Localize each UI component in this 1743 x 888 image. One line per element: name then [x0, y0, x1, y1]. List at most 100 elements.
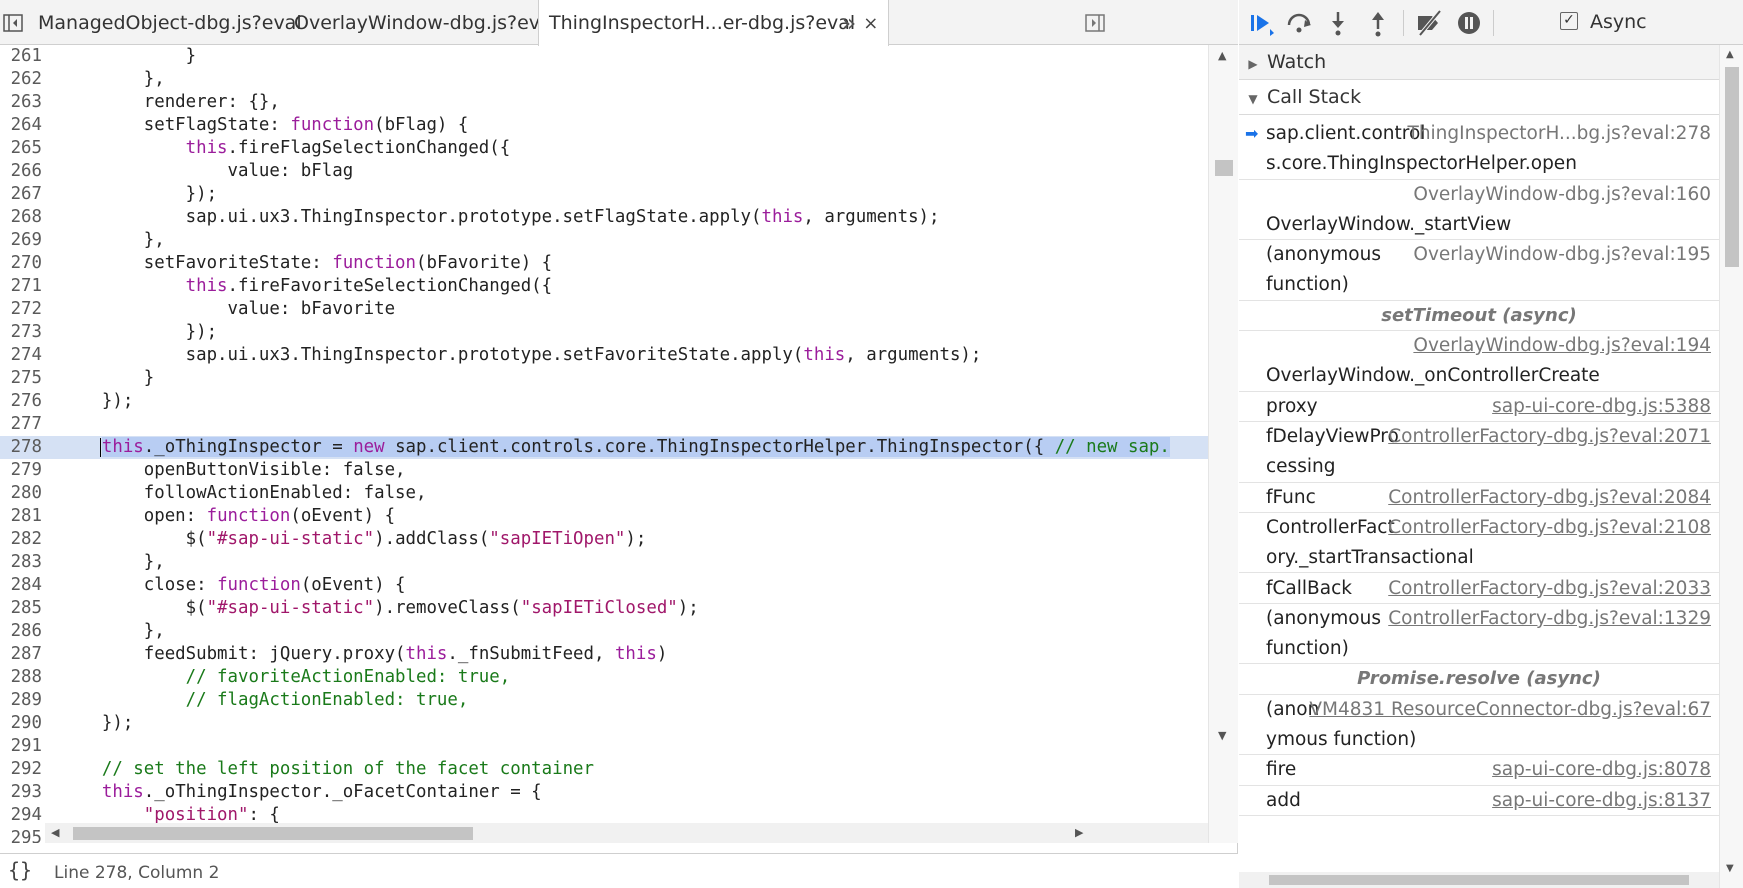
- code-line[interactable]: 263 renderer: {},: [0, 91, 1208, 114]
- line-number[interactable]: 271: [0, 275, 46, 298]
- toggle-navigator-icon[interactable]: [2, 12, 24, 34]
- line-number[interactable]: 272: [0, 298, 46, 321]
- code-line[interactable]: 274 sap.ui.ux3.ThingInspector.prototype.…: [0, 344, 1208, 367]
- line-number[interactable]: 283: [0, 551, 46, 574]
- call-frame[interactable]: fCallBack ControllerFactory-dbg.js?eval:2…: [1239, 574, 1719, 604]
- line-number[interactable]: 292: [0, 758, 46, 781]
- resume-icon[interactable]: [1246, 8, 1276, 38]
- frame-source-link[interactable]: ControllerFactory-dbg.js?eval:2108: [1388, 513, 1711, 543]
- tab-overlaywindow[interactable]: OverlayWindow-dbg.js?eval: [284, 0, 567, 45]
- line-number[interactable]: 285: [0, 597, 46, 620]
- deactivate-breakpoints-icon[interactable]: [1414, 8, 1444, 38]
- editor-horizontal-scrollbar[interactable]: ◀ ▶: [45, 823, 1208, 843]
- scrollbar-thumb[interactable]: [1215, 160, 1233, 176]
- pretty-print-icon[interactable]: {}: [8, 858, 32, 882]
- frame-source-link[interactable]: ControllerFactory-dbg.js?eval:2084: [1388, 483, 1711, 513]
- sidebar-horizontal-scrollbar[interactable]: [1239, 872, 1719, 888]
- line-number[interactable]: 263: [0, 91, 46, 114]
- frame-source-link[interactable]: sap-ui-core-dbg.js:8137: [1492, 786, 1711, 816]
- call-frame[interactable]: (anonymous OverlayWindow-dbg.js?eval:195 f…: [1239, 240, 1719, 301]
- code-line[interactable]: 265 this.fireFlagSelectionChanged({: [0, 137, 1208, 160]
- code-line[interactable]: 266 value: bFlag: [0, 160, 1208, 183]
- code-area[interactable]: 261 } 262 }, 263 renderer: {}, 264 setFlagS…: [0, 45, 1208, 843]
- editor-vertical-scrollbar[interactable]: ▲ ▼: [1208, 45, 1238, 843]
- line-number[interactable]: 278: [0, 436, 46, 459]
- code-line-current[interactable]: 278 this._oThingInspector = new sap.clie…: [0, 436, 1208, 459]
- line-number[interactable]: 275: [0, 367, 46, 390]
- callstack-section-header[interactable]: ▼ Call Stack: [1239, 80, 1719, 115]
- frame-source-link[interactable]: ThingInspectorH...bg.js?eval:278: [1408, 119, 1711, 149]
- scroll-down-icon[interactable]: ▼: [1218, 729, 1226, 742]
- line-number[interactable]: 261: [0, 45, 46, 68]
- line-number[interactable]: 264: [0, 114, 46, 137]
- code-line[interactable]: 280 followActionEnabled: false,: [0, 482, 1208, 505]
- code-line[interactable]: 288 // favoriteActionEnabled: true,: [0, 666, 1208, 689]
- code-line[interactable]: 290 });: [0, 712, 1208, 735]
- line-number[interactable]: 284: [0, 574, 46, 597]
- code-line[interactable]: 289 // flagActionEnabled: true,: [0, 689, 1208, 712]
- call-frame[interactable]: fDelayViewPro ControllerFactory-dbg.js?ev…: [1239, 422, 1719, 483]
- step-over-icon[interactable]: [1284, 8, 1314, 38]
- call-frame[interactable]: add sap-ui-core-dbg.js:8137: [1239, 786, 1719, 816]
- code-line[interactable]: 268 sap.ui.ux3.ThingInspector.prototype.…: [0, 206, 1208, 229]
- call-frame-current[interactable]: ➡ sap.client.control ThingInspectorH...bg.…: [1239, 119, 1719, 180]
- frame-source-link[interactable]: ControllerFactory-dbg.js?eval:2033: [1388, 574, 1711, 604]
- step-into-icon[interactable]: [1323, 8, 1353, 38]
- code-line[interactable]: 291: [0, 735, 1208, 758]
- frame-source-link[interactable]: sap-ui-core-dbg.js:8078: [1492, 755, 1711, 785]
- line-number[interactable]: 282: [0, 528, 46, 551]
- scrollbar-thumb[interactable]: [1725, 67, 1739, 267]
- code-line[interactable]: 292 // set the left position of the face…: [0, 758, 1208, 781]
- line-number[interactable]: 262: [0, 68, 46, 91]
- line-number[interactable]: 276: [0, 390, 46, 413]
- scroll-right-icon[interactable]: ▶: [1075, 826, 1083, 839]
- code-line[interactable]: 287 feedSubmit: jQuery.proxy(this._fnSub…: [0, 643, 1208, 666]
- line-number[interactable]: 280: [0, 482, 46, 505]
- line-number[interactable]: 295: [0, 827, 46, 843]
- call-frame[interactable]: fire sap-ui-core-dbg.js:8078: [1239, 755, 1719, 786]
- line-number[interactable]: 293: [0, 781, 46, 804]
- code-line[interactable]: 270 setFavoriteState: function(bFavorite…: [0, 252, 1208, 275]
- code-line[interactable]: 262 },: [0, 68, 1208, 91]
- more-tabs-icon[interactable]: »: [838, 11, 860, 35]
- frame-source-link[interactable]: ControllerFactory-dbg.js?eval:1329: [1388, 604, 1711, 634]
- code-line[interactable]: 286 },: [0, 620, 1208, 643]
- async-checkbox[interactable]: ✓: [1560, 12, 1578, 30]
- call-frame[interactable]: OverlayWindow-dbg.js?eval:160 OverlayWind…: [1239, 180, 1719, 241]
- step-out-icon[interactable]: [1363, 8, 1393, 38]
- scroll-down-icon[interactable]: ▼: [1726, 863, 1734, 874]
- code-line[interactable]: 293 this._oThingInspector._oFacetContain…: [0, 781, 1208, 804]
- code-line[interactable]: 273 });: [0, 321, 1208, 344]
- call-frame[interactable]: OverlayWindow-dbg.js?eval:194 OverlayWind…: [1239, 331, 1719, 392]
- close-tab-icon[interactable]: ×: [863, 1, 878, 47]
- call-frame[interactable]: (anon VM4831 ResourceConnector-dbg.js?eva…: [1239, 695, 1719, 756]
- code-line[interactable]: 269 },: [0, 229, 1208, 252]
- tab-managedobject[interactable]: ManagedObject-dbg.js?eval: [28, 0, 312, 45]
- scroll-up-icon[interactable]: ▲: [1726, 49, 1734, 60]
- scroll-up-icon[interactable]: ▲: [1218, 49, 1226, 62]
- line-number[interactable]: 281: [0, 505, 46, 528]
- toggle-debugger-icon[interactable]: [1084, 12, 1106, 34]
- frame-source-link[interactable]: OverlayWindow-dbg.js?eval:194: [1413, 331, 1711, 361]
- code-line[interactable]: 281 open: function(oEvent) {: [0, 505, 1208, 528]
- call-frame[interactable]: ControllerFact ControllerFactory-dbg.js?e…: [1239, 513, 1719, 574]
- line-number[interactable]: 270: [0, 252, 46, 275]
- code-line[interactable]: 279 openButtonVisible: false,: [0, 459, 1208, 482]
- code-line[interactable]: 277: [0, 413, 1208, 436]
- line-number[interactable]: 287: [0, 643, 46, 666]
- line-number[interactable]: 294: [0, 804, 46, 827]
- code-line[interactable]: 267 });: [0, 183, 1208, 206]
- code-line[interactable]: 275 }: [0, 367, 1208, 390]
- scrollbar-thumb[interactable]: [1269, 875, 1689, 885]
- call-frame[interactable]: fFunc ControllerFactory-dbg.js?eval:2084: [1239, 483, 1719, 513]
- line-number[interactable]: 266: [0, 160, 46, 183]
- code-line[interactable]: 283 },: [0, 551, 1208, 574]
- code-line[interactable]: 261 }: [0, 45, 1208, 68]
- line-number[interactable]: 267: [0, 183, 46, 206]
- tab-thinginspectorhelper[interactable]: ThingInspectorH...er-dbg.js?eval ×: [538, 0, 890, 47]
- frame-source-link[interactable]: ControllerFactory-dbg.js?eval:2071: [1388, 422, 1711, 452]
- frame-source-link[interactable]: VM4831 ResourceConnector-dbg.js?eval:67: [1309, 695, 1711, 725]
- frame-source-link[interactable]: OverlayWindow-dbg.js?eval:160: [1413, 180, 1711, 210]
- line-number[interactable]: 274: [0, 344, 46, 367]
- line-number[interactable]: 290: [0, 712, 46, 735]
